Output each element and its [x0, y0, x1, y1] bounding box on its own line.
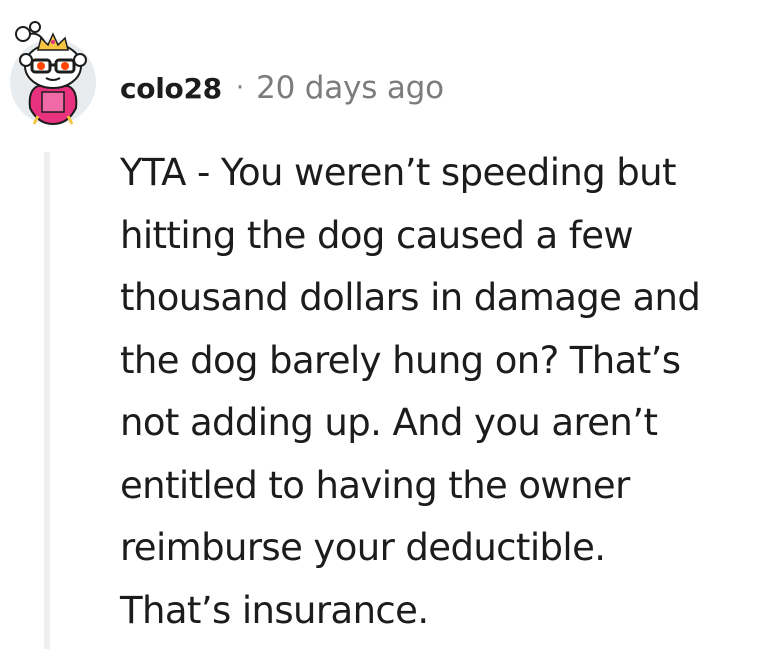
- username-link[interactable]: colo28: [120, 72, 222, 105]
- comment-body: YTA - You weren’t speeding but hitting t…: [120, 142, 777, 642]
- comment-body-line: not adding up. And you aren’t: [120, 401, 658, 444]
- comment-body-line: reimburse your deductible.: [120, 526, 606, 569]
- user-avatar[interactable]: [8, 20, 98, 130]
- comment-meta: colo28 · 20 days ago: [120, 66, 444, 110]
- comment-body-line: entitled to having the owner: [120, 463, 630, 507]
- comment: colo28 · 20 days ago YTA - You weren’t s…: [0, 0, 777, 649]
- comment-body-line: thousand dollars in damage and: [120, 276, 701, 319]
- comment-body-line: hitting the dog caused a few: [120, 213, 634, 257]
- snoo-avatar-icon: [10, 21, 96, 126]
- comment-body-line: That’s insurance.: [120, 588, 429, 632]
- thread-collapse-line[interactable]: [44, 152, 50, 649]
- meta-separator: ·: [235, 73, 245, 103]
- comment-timestamp[interactable]: 20 days ago: [256, 70, 444, 106]
- comment-body-line: the dog barely hung on? That’s: [120, 338, 681, 382]
- comment-body-line: YTA - You weren’t speeding but: [120, 151, 677, 194]
